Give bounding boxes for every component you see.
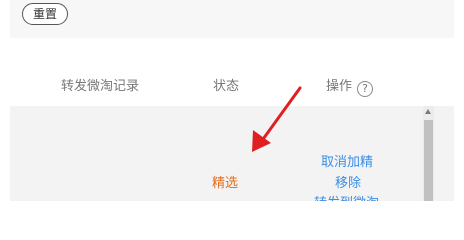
column-header-record: 转发微淘记录	[61, 79, 140, 94]
status-featured: 精选	[212, 176, 239, 191]
help-icon[interactable]: ?	[357, 81, 374, 97]
reset-button[interactable]: 重置	[22, 3, 68, 25]
scroll-up-arrow-icon[interactable]	[425, 109, 431, 114]
filter-area: 重置	[10, 0, 454, 38]
column-header-status: 状态	[213, 79, 240, 94]
cancel-featured-link[interactable]: 取消加精	[321, 151, 373, 170]
scrollbar-thumb[interactable]	[424, 120, 433, 201]
table-header: 转发微淘记录 状态 操作?	[10, 62, 454, 106]
vertical-scrollbar[interactable]	[423, 106, 434, 201]
remove-link[interactable]: 移除	[335, 172, 361, 191]
table-body: 精选 取消加精 移除 转发到微淘	[10, 106, 454, 201]
column-header-action: 操作?	[326, 75, 374, 97]
column-header-action-label: 操作	[326, 79, 353, 94]
forward-to-weitao-link[interactable]: 转发到微淘	[314, 192, 379, 201]
